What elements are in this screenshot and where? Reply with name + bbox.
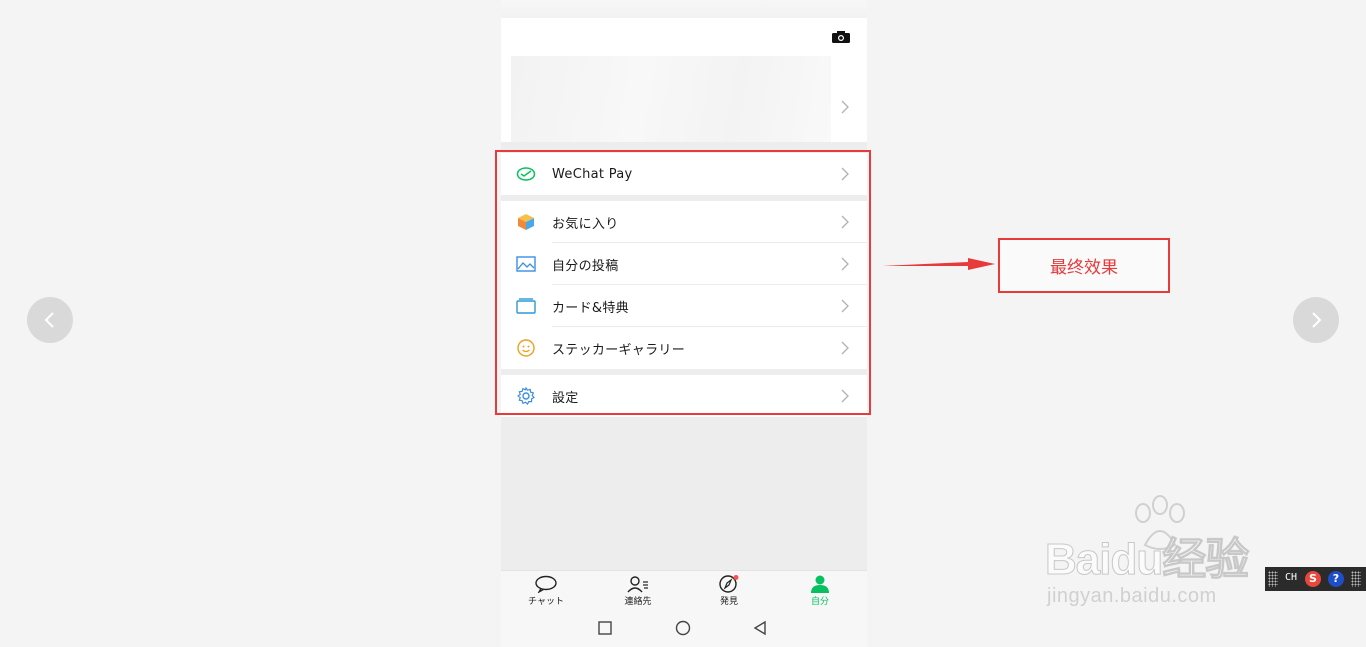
tab-label: 自分 (810, 597, 829, 607)
tab-me[interactable]: 自分 (785, 573, 855, 611)
ime-toolbar: CH S ? (1265, 567, 1366, 591)
tab-label: チャット (528, 597, 564, 607)
chevron-left-icon (44, 312, 54, 328)
recent-apps-square-icon[interactable] (598, 621, 612, 635)
home-circle-icon[interactable] (675, 620, 691, 636)
annotation-arrow (882, 258, 995, 270)
tab-discover[interactable]: 発見 (694, 573, 764, 611)
profile-info-blurred (511, 56, 831, 142)
chevron-right-icon (1312, 312, 1322, 328)
tab-label: 連絡先 (624, 597, 652, 607)
ime-mode-toggle[interactable]: CH (1285, 572, 1297, 583)
watermark-url: jingyan.baidu.com (1047, 585, 1217, 607)
bottom-tab-bar: チャット 連絡先 発見 自分 (501, 570, 867, 612)
me-person-icon (811, 575, 829, 593)
sogou-s-icon[interactable]: S (1305, 571, 1321, 587)
back-triangle-icon[interactable] (753, 620, 767, 636)
baidu-watermark: Baidu经验 jingyan.baidu.com (1044, 495, 1295, 625)
status-area (501, 0, 867, 18)
contacts-icon (627, 576, 648, 593)
next-image-button[interactable] (1293, 297, 1339, 343)
tab-label: 発見 (719, 597, 738, 607)
drag-handle[interactable] (1351, 571, 1361, 587)
previous-image-button[interactable] (27, 297, 73, 343)
android-navigation-bar (501, 612, 867, 647)
highlight-box (495, 150, 871, 415)
chat-bubble-icon (535, 575, 557, 593)
callout-label: 最终效果 (998, 238, 1170, 293)
chevron-right-icon (841, 100, 849, 114)
help-icon[interactable]: ? (1328, 571, 1344, 587)
camera-icon[interactable] (831, 30, 851, 44)
drag-handle[interactable] (1268, 571, 1278, 587)
tab-chat[interactable]: チャット (511, 573, 581, 611)
watermark-brand: Baidu经验 (1044, 535, 1249, 585)
tab-contacts[interactable]: 連絡先 (603, 573, 673, 611)
discover-compass-icon (719, 575, 739, 593)
profile-header[interactable] (501, 18, 867, 142)
